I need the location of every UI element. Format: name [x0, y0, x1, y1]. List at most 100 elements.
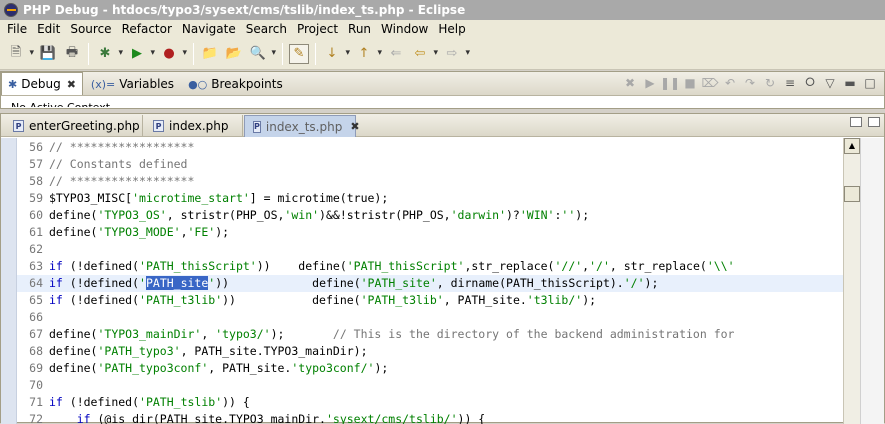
terminate-icon[interactable]: ■: [680, 76, 700, 90]
tab-breakpoints[interactable]: ●○ Breakpoints: [182, 73, 289, 95]
external-tools-icon[interactable]: ●: [159, 44, 187, 64]
open-folder-icon[interactable]: 📂: [224, 44, 244, 64]
current-code-line[interactable]: 64 if (!defined('PATH_site')) define('PAT…: [17, 275, 843, 292]
tab-variables[interactable]: (x)= Variables: [85, 73, 180, 95]
menu-source[interactable]: Source: [65, 22, 116, 36]
menu-help[interactable]: Help: [433, 22, 470, 36]
print-icon[interactable]: 🖶: [62, 44, 82, 64]
code-token: '/': [623, 276, 645, 290]
menu-window[interactable]: Window: [376, 22, 433, 36]
scroll-up-button[interactable]: ▲: [844, 138, 860, 154]
remove-terminated-icon[interactable]: ✖: [620, 76, 640, 90]
resume-icon[interactable]: ▶: [640, 76, 660, 90]
line-number: 71: [29, 395, 43, 409]
debug-icon: ✱: [8, 77, 18, 91]
forward-icon[interactable]: ⇨: [442, 44, 470, 64]
menu-file[interactable]: File: [2, 22, 32, 36]
tab-label: index.php: [169, 119, 229, 133]
back-icon[interactable]: ⇦: [410, 44, 438, 64]
php-file-icon: P: [13, 120, 24, 132]
code-token: , PATH_site.: [208, 361, 292, 375]
drop-to-frame-icon[interactable]: ≡: [780, 76, 800, 90]
tab-index-php[interactable]: P index.php: [145, 115, 243, 137]
editor-tabs: P enterGreeting.php P index.php P index_…: [1, 114, 884, 137]
main-toolbar: 🗎 💾 🖶 ✱ ▶ ● 📁 📂 🔍 ✎ ↓ ↑ ⇐ ⇦ ⇨: [0, 38, 885, 70]
code-line[interactable]: 56 // ******************: [17, 139, 843, 156]
code-token: 'WIN': [519, 208, 555, 222]
code-token: '\\': [706, 259, 735, 273]
maximize-icon[interactable]: □: [860, 76, 880, 90]
tab-index-ts-php[interactable]: P index_ts.php ✖: [244, 115, 360, 137]
menu-refactor[interactable]: Refactor: [117, 22, 177, 36]
minimize-icon[interactable]: [850, 117, 862, 127]
code-token: (!defined(: [62, 293, 140, 307]
suspend-icon[interactable]: ❚❚: [660, 76, 680, 90]
line-number: 63: [29, 259, 43, 273]
toggle-mark-occurrences-icon[interactable]: ✎: [289, 43, 309, 64]
save-icon[interactable]: 💾: [38, 44, 58, 64]
code-token: if: [49, 276, 63, 290]
overview-ruler[interactable]: [860, 138, 884, 424]
code-token: 'PATH_typo3': [97, 344, 181, 358]
code-line[interactable]: 68 define('PATH_typo3', PATH_site.TYPO3_m…: [17, 343, 843, 360]
code-line[interactable]: 61 define('TYPO3_MODE','FE');: [17, 224, 843, 241]
maximize-icon[interactable]: [868, 117, 880, 127]
code-token: 'typo3conf/': [291, 361, 375, 375]
close-icon[interactable]: ✖: [350, 120, 359, 133]
use-step-filters-icon[interactable]: ⭘: [800, 75, 820, 90]
code-area[interactable]: 56 // ****************** 57 // Constants de…: [17, 138, 843, 424]
code-line[interactable]: 66: [17, 309, 843, 326]
scroll-thumb[interactable]: [844, 186, 860, 202]
step-return-icon[interactable]: ↻: [760, 76, 780, 90]
code-line[interactable]: 72 if (@is_dir(PATH_site.TYPO3_mainDir.'…: [17, 411, 843, 424]
run-icon[interactable]: ▶: [127, 44, 155, 64]
window-title: PHP Debug - htdocs/typo3/sysext/cms/tsli…: [23, 3, 466, 17]
code-line[interactable]: 59 $TYPO3_MISC['microtime_start'] = micro…: [17, 190, 843, 207]
toolbar-separator: [315, 42, 316, 65]
code-line[interactable]: 71 if (!defined('PATH_tslib')) {: [17, 394, 843, 411]
code-line[interactable]: 65 if (!defined('PATH_t3lib')) define('PA…: [17, 292, 843, 309]
debug-view-tabs: ✱ Debug ✖ (x)= Variables ●○ Breakpoints …: [1, 72, 884, 96]
code-line[interactable]: 69 define('PATH_typo3conf', PATH_site.'ty…: [17, 360, 843, 377]
code-line[interactable]: 67 define('TYPO3_mainDir', 'typo3/'); // …: [17, 326, 843, 343]
close-icon[interactable]: ✖: [67, 78, 76, 91]
code-line[interactable]: 70: [17, 377, 843, 394]
tab-debug[interactable]: ✱ Debug ✖: [1, 72, 83, 95]
disconnect-icon[interactable]: ⌦: [700, 76, 720, 90]
menu-search[interactable]: Search: [241, 22, 292, 36]
code-token: 'PATH_t3lib': [360, 293, 444, 307]
code-line[interactable]: 62: [17, 241, 843, 258]
title-bar: PHP Debug - htdocs/typo3/sysext/cms/tsli…: [0, 0, 885, 20]
line-number: 62: [29, 242, 43, 256]
line-number: 64: [29, 276, 43, 290]
menu-edit[interactable]: Edit: [32, 22, 65, 36]
view-menu-icon[interactable]: ▽: [820, 76, 840, 90]
step-into-icon[interactable]: ↶: [720, 76, 740, 90]
code-token: )) define(: [222, 293, 361, 307]
code-token: , PATH_site.TYPO3_mainDir);: [180, 344, 368, 358]
search-icon[interactable]: 🔍: [248, 44, 276, 64]
code-token: , stristr(PHP_OS,: [166, 208, 285, 222]
tab-enterGreeting-php[interactable]: P enterGreeting.php: [5, 115, 143, 137]
code-token: ,str_replace(: [464, 259, 555, 273]
prev-annotation-icon[interactable]: ↑: [354, 44, 382, 64]
menu-run[interactable]: Run: [343, 22, 376, 36]
tab-label: Debug: [21, 77, 61, 91]
code-line[interactable]: 60 define('TYPO3_OS', stristr(PHP_OS,'win…: [17, 207, 843, 224]
code-line[interactable]: 58 // ******************: [17, 173, 843, 190]
step-over-icon[interactable]: ↷: [740, 76, 760, 90]
menu-navigate[interactable]: Navigate: [177, 22, 241, 36]
code-line[interactable]: 57 // Constants defined: [17, 156, 843, 173]
last-edit-icon[interactable]: ⇐: [386, 44, 406, 64]
minimize-icon[interactable]: ▬: [840, 76, 860, 90]
code-line[interactable]: 63 if (!defined('PATH_thisScript')) defin…: [17, 258, 843, 275]
toolbar-separator: [282, 42, 283, 65]
debug-icon[interactable]: ✱: [95, 44, 123, 64]
menu-project[interactable]: Project: [292, 22, 343, 36]
open-type-icon[interactable]: 📁: [200, 44, 220, 64]
next-annotation-icon[interactable]: ↓: [322, 44, 350, 64]
code-token: )) define(: [256, 259, 347, 273]
new-icon[interactable]: 🗎: [6, 44, 34, 64]
vertical-scrollbar[interactable]: ▲: [843, 138, 860, 424]
code-token: (!defined(: [62, 395, 140, 409]
